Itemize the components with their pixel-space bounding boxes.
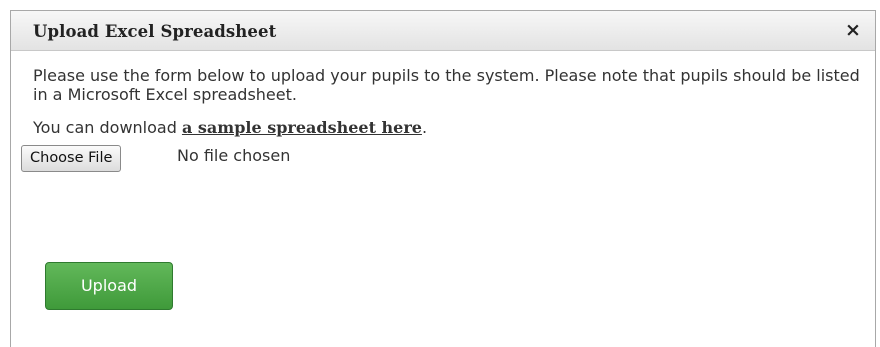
close-icon[interactable]: × xyxy=(843,20,863,40)
sample-spreadsheet-link[interactable]: a sample spreadsheet here xyxy=(182,118,422,137)
dialog-title: Upload Excel Spreadsheet xyxy=(33,22,277,41)
choose-file-button[interactable]: Choose File xyxy=(21,145,122,172)
dialog-body: Please use the form below to upload your… xyxy=(33,66,865,137)
download-suffix: . xyxy=(421,118,428,137)
intro-text: Please use the form below to upload your… xyxy=(33,66,860,104)
download-text: You can download a sample spreadsheet he… xyxy=(33,118,865,137)
dialog-titlebar: Upload Excel Spreadsheet × xyxy=(11,11,875,51)
file-status-text: No file chosen xyxy=(177,146,291,165)
upload-dialog: Upload Excel Spreadsheet × Please use th… xyxy=(10,10,876,347)
upload-button[interactable]: Upload xyxy=(45,262,173,310)
download-prefix: You can download xyxy=(33,118,182,137)
